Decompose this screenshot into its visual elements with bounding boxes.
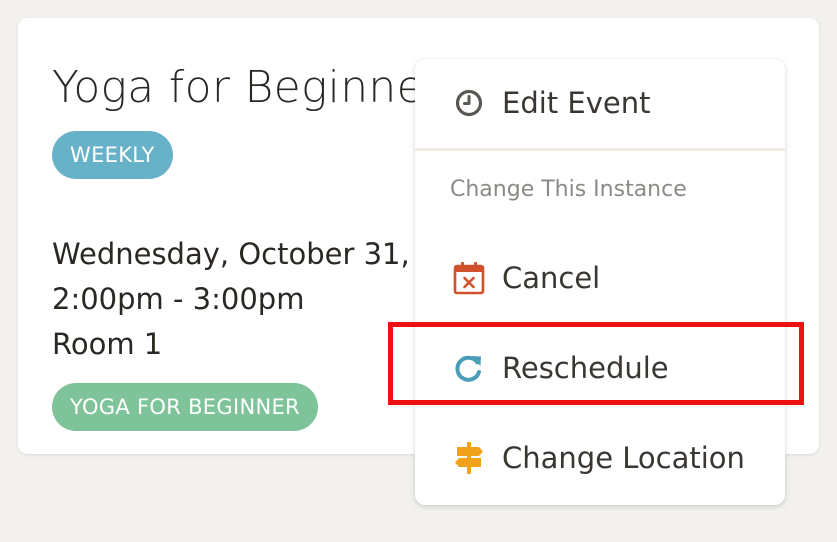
clock-icon xyxy=(452,86,486,120)
reschedule-menu-item[interactable]: Reschedule xyxy=(415,332,785,404)
recurrence-badge: WEEKLY xyxy=(52,131,173,179)
refresh-icon xyxy=(452,351,486,385)
event-actions-menu: Edit Event Change This Instance Cancel R… xyxy=(415,59,785,505)
change-location-label: Change Location xyxy=(502,441,745,475)
calendar-x-icon xyxy=(452,261,486,295)
change-instance-section-label: Change This Instance xyxy=(450,177,687,202)
edit-event-label: Edit Event xyxy=(502,86,651,120)
reschedule-label: Reschedule xyxy=(502,351,669,385)
cancel-label: Cancel xyxy=(502,261,601,295)
category-badge[interactable]: YOGA FOR BEGINNER xyxy=(52,383,318,431)
event-title: Yoga for Beginner xyxy=(52,62,443,113)
edit-event-menu-item[interactable]: Edit Event xyxy=(415,67,785,139)
cancel-menu-item[interactable]: Cancel xyxy=(415,242,785,314)
menu-divider xyxy=(415,148,785,151)
signpost-icon xyxy=(452,441,486,475)
change-location-menu-item[interactable]: Change Location xyxy=(415,422,785,494)
